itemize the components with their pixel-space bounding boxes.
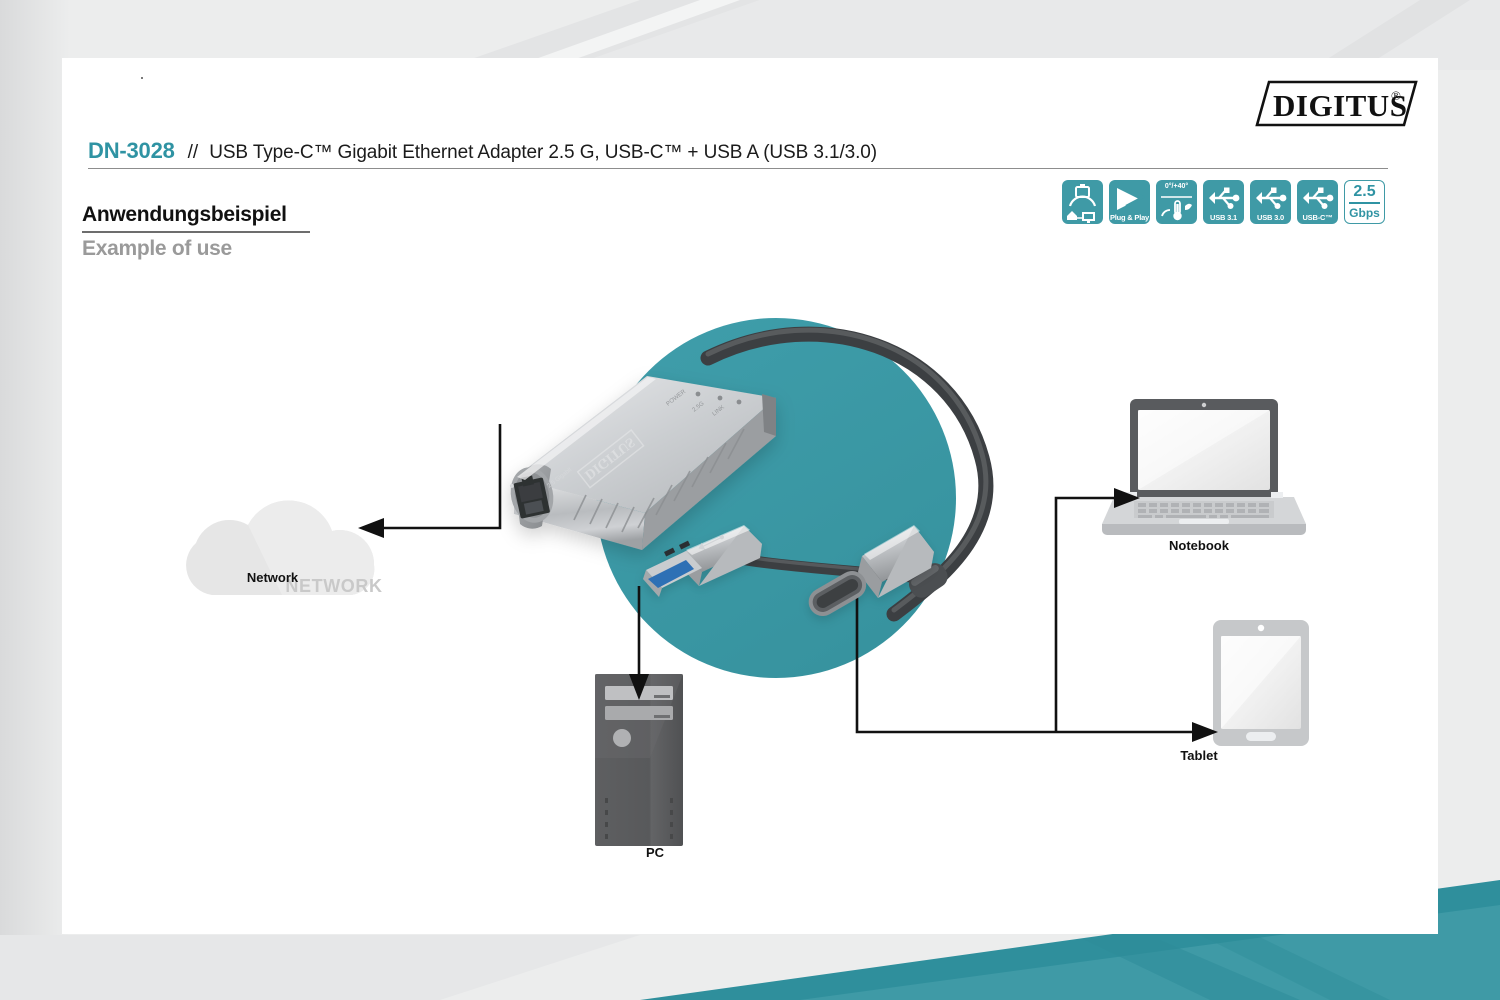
tablet-device bbox=[1213, 620, 1309, 746]
label-network: Network bbox=[246, 570, 299, 585]
label-notebook: Notebook bbox=[1169, 538, 1229, 553]
application-diagram: DIGITUS 2.5 Gigabit POWER 2.5G LINK NETW… bbox=[62, 58, 1438, 934]
slide-stage: DIGITUS ® DN-3028 // USB Type-C™ Gigabit… bbox=[0, 0, 1500, 1000]
notebook-device bbox=[1102, 399, 1306, 535]
label-pc: PC bbox=[645, 845, 665, 860]
label-tablet: Tablet bbox=[1180, 748, 1218, 763]
